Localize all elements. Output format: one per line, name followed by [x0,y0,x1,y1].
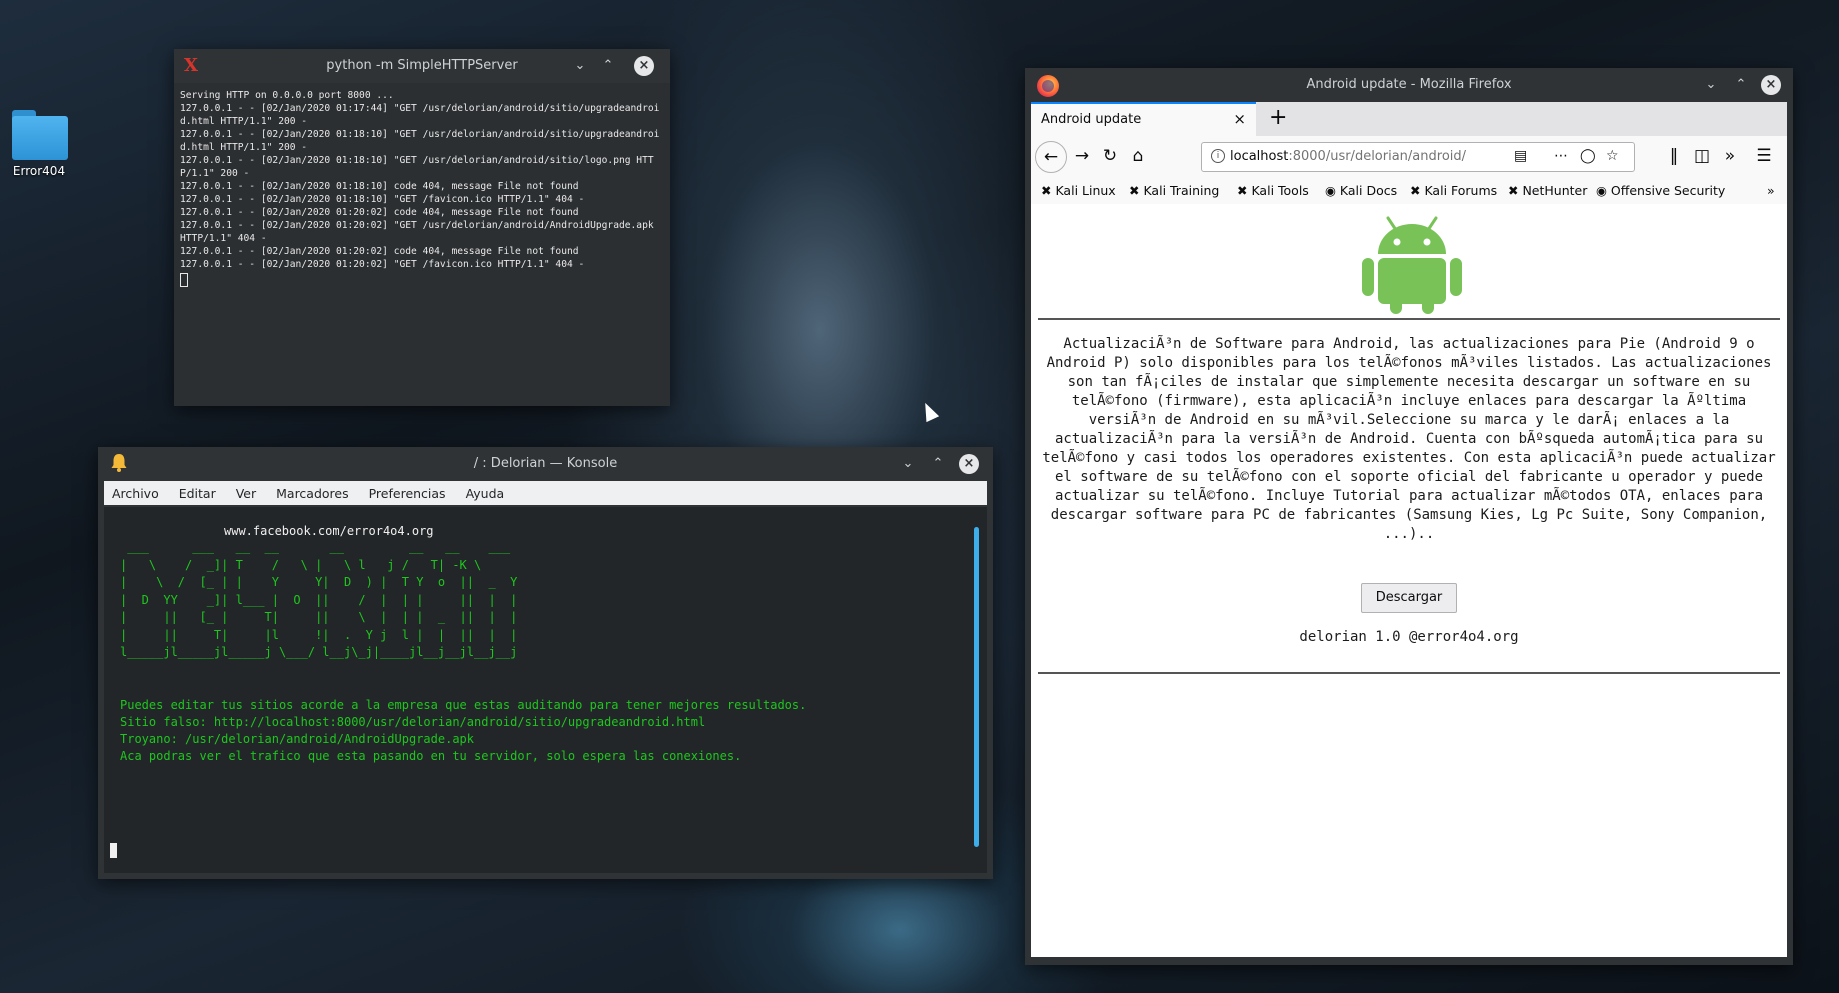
minimize-icon[interactable]: ⌄ [570,56,590,76]
back-icon[interactable]: ← [1035,141,1067,173]
konsole-terminal[interactable]: www.facebook.com/error4o4.org ___ ___ __… [104,507,987,873]
page-description: ActualizaciÃ³n de Software para Android,… [1042,336,1776,542]
log-line: 127.0.0.1 - - [02/Jan/2020 01:20:02] "GE… [180,259,585,270]
minimize-icon[interactable]: ⌄ [1701,75,1721,95]
divider [1038,318,1780,320]
divider [1038,672,1780,674]
terminal-scrollbar[interactable] [974,527,979,847]
log-line: 127.0.0.1 - - [02/Jan/2020 01:18:10] "GE… [180,194,585,205]
menu-marcadores[interactable]: Marcadores [268,481,357,501]
log-line: 127.0.0.1 - - [02/Jan/2020 01:20:02] cod… [180,207,579,218]
reload-icon[interactable]: ↻ [1099,146,1121,166]
bookmark-nethunter[interactable]: ✖ NetHunter [1508,183,1587,198]
log-line: 127.0.0.1 - - [02/Jan/2020 01:17:44] "GE… [180,103,660,127]
menu-ver[interactable]: Ver [228,481,264,501]
folder-icon [10,108,68,160]
konsole-titlebar[interactable]: / : Delorian — Konsole ⌄ ⌃ × [98,447,993,481]
maximize-icon[interactable]: ⌃ [598,56,618,76]
log-line: 127.0.0.1 - - [02/Jan/2020 01:18:10] "GE… [180,155,654,179]
terminal-line: Aca podras ver el trafico que esta pasan… [120,749,742,763]
python-server-window[interactable]: X python -m SimpleHTTPServer ⌄ ⌃ × Servi… [174,49,670,406]
url-host: localhost [1230,149,1289,164]
url-bar[interactable]: i localhost:8000/usr/delorian/android/ ▤… [1201,142,1635,172]
maximize-icon[interactable]: ⌃ [928,454,948,474]
bookmark-star-icon[interactable]: ☆ [1606,148,1619,164]
ascii-banner: ___ ___ __ __ __ __ __ ___ | \ / _]| T /… [120,540,518,659]
page-actions-icon[interactable]: ⋯ [1554,148,1568,164]
log-line: Serving HTTP on 0.0.0.0 port 8000 ... [180,90,394,101]
android-logo [1362,216,1462,314]
firefox-titlebar[interactable]: Android update - Mozilla Firefox ⌄ ⌃ × [1025,68,1793,102]
firefox-title: Android update - Mozilla Firefox [1306,77,1512,92]
log-line: 127.0.0.1 - - [02/Jan/2020 01:18:10] "GE… [180,129,660,153]
python-terminal-output[interactable]: Serving HTTP on 0.0.0.0 port 8000 ... 12… [174,83,670,406]
terminal-cursor [110,843,117,858]
terminal-line: Puedes editar tus sitios acorde a la emp… [120,698,807,712]
home-icon[interactable]: ⌂ [1127,146,1149,166]
close-icon[interactable]: × [634,56,654,76]
bookmark-offensive-security[interactable]: ◉ Offensive Security [1596,183,1725,198]
mouse-cursor [918,399,940,423]
menu-ayuda[interactable]: Ayuda [458,481,513,501]
terminal-cursor [180,273,188,287]
terminal-line: Troyano: /usr/delorian/android/AndroidUp… [120,732,475,746]
reader-view-icon[interactable]: ▤ [1514,148,1527,164]
python-window-titlebar[interactable]: X python -m SimpleHTTPServer ⌄ ⌃ × [174,49,670,83]
sidebar-icon[interactable]: ◫ [1691,146,1713,166]
tab-label: Android update [1041,112,1142,127]
log-line: 127.0.0.1 - - [02/Jan/2020 01:20:02] "GE… [180,220,660,244]
minimize-icon[interactable]: ⌄ [898,454,918,474]
overflow-menu-icon[interactable]: » [1719,146,1741,166]
hamburger-menu-icon[interactable]: ☰ [1753,146,1775,166]
konsole-title: / : Delorian — Konsole [473,456,618,471]
menu-editar[interactable]: Editar [171,481,224,501]
menu-archivo[interactable]: Archivo [104,481,167,501]
firefox-window[interactable]: Android update - Mozilla Firefox ⌄ ⌃ × A… [1025,68,1793,965]
new-tab-icon[interactable]: + [1269,105,1287,130]
page-content: ActualizaciÃ³n de Software para Android,… [1031,204,1787,957]
url-text: localhost:8000/usr/delorian/android/ [1230,149,1466,164]
pocket-icon[interactable]: ◯ [1580,148,1596,164]
terminal-header-url: www.facebook.com/error4o4.org [224,524,434,538]
desktop-icon-label: Error404 [12,164,66,178]
navigation-toolbar: ← → ↻ ⌂ i localhost:8000/usr/delorian/an… [1031,136,1787,178]
page-footer: delorian 1.0 @error4o4.org [1299,629,1519,645]
konsole-menubar: Archivo Editar Ver Marcadores Preferenci… [104,481,987,505]
desktop-folder-error404[interactable]: Error404 [6,108,72,178]
bookmark-kali-forums[interactable]: ✖ Kali Forums [1410,183,1497,198]
bookmarks-overflow-icon[interactable]: » [1767,183,1775,198]
library-icon[interactable]: ‖ [1663,146,1685,166]
forward-icon[interactable]: → [1071,146,1093,166]
bookmark-kali-tools[interactable]: ✖ Kali Tools [1237,183,1309,198]
log-line: 127.0.0.1 - - [02/Jan/2020 01:20:02] cod… [180,246,579,257]
download-button[interactable]: Descargar [1361,583,1457,613]
site-info-icon[interactable]: i [1211,149,1225,163]
maximize-icon[interactable]: ⌃ [1731,75,1751,95]
close-tab-icon[interactable]: × [1233,110,1246,128]
bookmark-kali-docs[interactable]: ◉ Kali Docs [1325,183,1397,198]
close-icon[interactable]: × [959,454,979,474]
close-icon[interactable]: × [1761,75,1781,95]
log-line: 127.0.0.1 - - [02/Jan/2020 01:18:10] cod… [180,181,579,192]
bookmark-kali-linux[interactable]: ✖ Kali Linux [1041,183,1116,198]
tab-strip: Android update × + [1031,102,1787,136]
menu-preferencias[interactable]: Preferencias [361,481,454,501]
tab-android-update[interactable]: Android update × [1031,102,1256,136]
python-window-title: python -m SimpleHTTPServer [326,58,518,73]
konsole-window[interactable]: / : Delorian — Konsole ⌄ ⌃ × Archivo Edi… [98,447,993,879]
bookmark-kali-training[interactable]: ✖ Kali Training [1129,183,1219,198]
bookmarks-toolbar: ✖ Kali Linux ✖ Kali Training ✖ Kali Tool… [1031,178,1787,205]
url-path: :8000/usr/delorian/android/ [1288,149,1467,164]
terminal-line: Sitio falso: http://localhost:8000/usr/d… [120,715,706,729]
